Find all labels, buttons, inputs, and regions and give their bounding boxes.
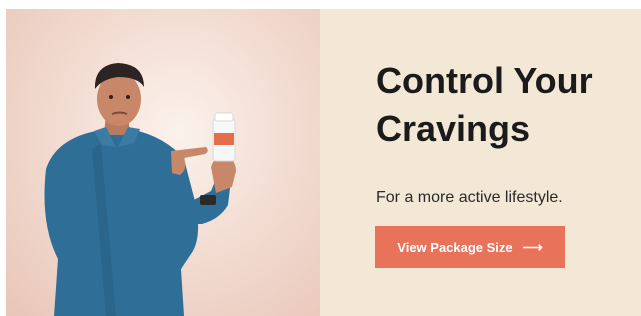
view-package-size-button[interactable]: View Package Size ⟶: [375, 226, 565, 268]
arrow-right-icon: ⟶: [522, 239, 543, 255]
man-holding-bottle-image: [44, 63, 236, 316]
headline-line-2: Cravings: [376, 108, 531, 149]
hero-photo: [6, 9, 320, 316]
cta-label: View Package Size: [397, 239, 513, 255]
hero-headline: Control Your Cravings: [376, 57, 636, 153]
hero-subtitle: For a more active lifestyle.: [376, 189, 563, 206]
hero-text-panel: Control Your Cravings For a more active …: [320, 9, 641, 316]
hero-banner: Control Your Cravings For a more active …: [6, 9, 641, 316]
headline-line-1: Control Your: [376, 60, 593, 101]
